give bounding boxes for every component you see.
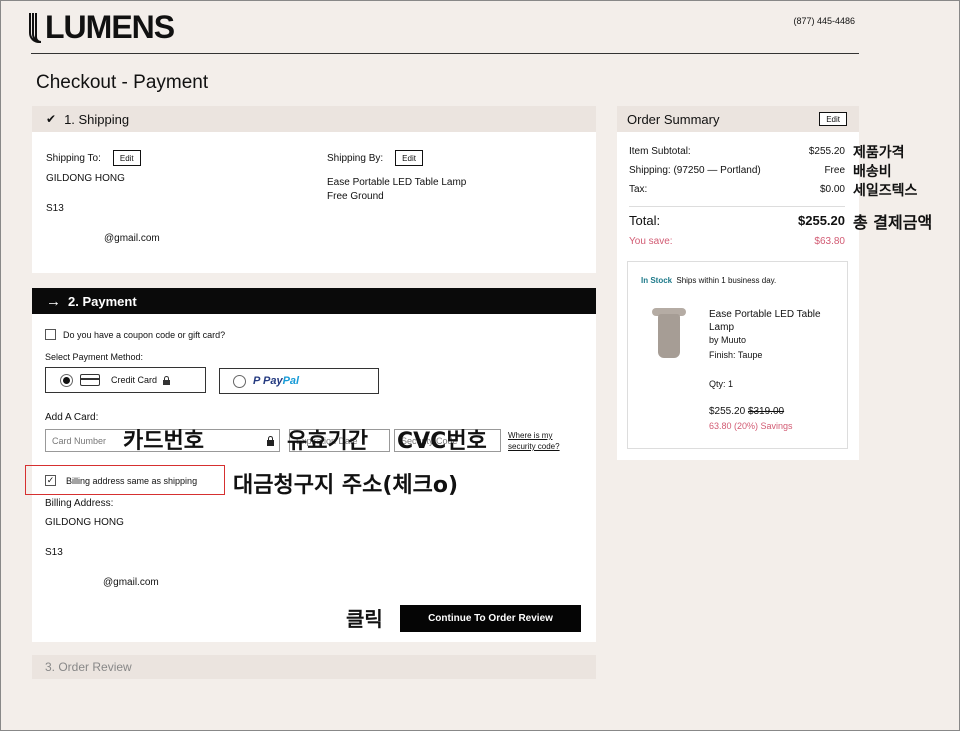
you-save-value: $63.80 — [814, 236, 845, 247]
order-review-heading: 3. Order Review — [45, 660, 132, 674]
shipping-email: @gmail.com — [104, 233, 160, 244]
continue-to-order-review-button[interactable]: Continue To Order Review — [400, 605, 581, 632]
item-original-price: $319.00 — [747, 406, 785, 417]
summary-divider — [629, 206, 845, 207]
order-review-panel[interactable]: 3. Order Review — [32, 655, 596, 679]
edit-shipping-by-button[interactable]: Edit — [395, 150, 423, 166]
shipping-cost-value: Free — [824, 165, 845, 176]
shipping-panel-header[interactable]: ✔ 1. Shipping — [32, 106, 596, 132]
paypal-pal-text: Pal — [282, 375, 300, 387]
item-savings: 63.80 (20%) Savings — [709, 421, 793, 431]
paypal-option[interactable]: P PayPal — [219, 368, 379, 394]
total-label: Total: — [629, 213, 661, 228]
card-number-placeholder: Card Number — [52, 435, 107, 446]
order-summary-panel: Order Summary Edit Item Subtotal: $255.2… — [617, 106, 859, 460]
coupon-label: Do you have a coupon code or gift card? — [63, 329, 226, 340]
shipping-heading: 1. Shipping — [64, 111, 130, 127]
lock-icon — [163, 375, 171, 385]
item-price: $255.20 — [709, 406, 746, 417]
security-help-line-1: Where is my — [508, 431, 553, 440]
billing-address-label: Billing Address: — [45, 498, 114, 509]
lamp-product-image[interactable] — [652, 308, 686, 358]
billing-address: S13 — [45, 547, 63, 558]
order-summary-heading: Order Summary — [627, 111, 720, 127]
tax-label: Tax: — [629, 184, 648, 195]
annotation-shipping-fee: 배송비 — [853, 164, 892, 180]
shipping-address: S13 — [46, 203, 64, 214]
credit-card-icon — [80, 374, 100, 386]
cart-item-card: In Stock Ships within 1 business day. Ea… — [627, 261, 848, 449]
add-card-label: Add A Card: — [45, 412, 99, 423]
total-value: $255.20 — [798, 213, 845, 228]
item-brand: by Muuto — [709, 335, 747, 345]
edit-order-button[interactable]: Edit — [819, 112, 847, 126]
security-code-help-link[interactable]: Where is my security code? — [508, 430, 560, 452]
subtotal-value: $255.20 — [808, 146, 845, 157]
phone-number[interactable]: (877) 445-4486 — [793, 16, 855, 26]
coupon-checkbox[interactable] — [45, 329, 56, 340]
paypal-logo-icon: P PayPal — [253, 375, 300, 387]
credit-card-label: Credit Card — [111, 375, 158, 385]
annotation-card-number: 카드번호 — [123, 429, 204, 454]
ships-within-text: Ships within 1 business day. — [676, 276, 777, 285]
brand-name: LUMENS — [45, 8, 175, 45]
card-lock-icon — [267, 436, 274, 446]
item-name-line-2[interactable]: Lamp — [709, 321, 821, 334]
annotation-sales-tax: 세일즈텍스 — [853, 183, 918, 199]
annotation-product-price: 제품가격 — [853, 145, 905, 161]
shipping-cost-label: Shipping: (97250 — Portland) — [629, 165, 761, 176]
item-name-line-1[interactable]: Ease Portable LED Table — [709, 308, 821, 321]
credit-card-option[interactable]: Credit Card — [45, 367, 206, 393]
billing-email: @gmail.com — [103, 577, 159, 588]
checkmark-icon: ✔ — [46, 112, 57, 126]
billing-name: GILDONG HONG — [45, 517, 124, 528]
brand-logo[interactable]: LUMENS — [29, 8, 175, 45]
you-save-label: You save: — [629, 236, 673, 247]
annotation-click: 클릭 — [346, 607, 383, 631]
in-stock-badge: In Stock — [641, 276, 673, 285]
billing-highlight-box — [25, 465, 225, 495]
subtotal-label: Item Subtotal: — [629, 146, 691, 157]
order-summary-header: Order Summary Edit — [617, 106, 859, 132]
select-method-label: Select Payment Method: — [45, 352, 144, 362]
security-help-line-2: security code? — [508, 442, 560, 451]
annotation-expiry: 유효기간 — [287, 429, 368, 454]
shipping-by-label: Shipping By: — [327, 152, 384, 164]
annotation-cvc: CVC번호 — [397, 429, 487, 454]
item-finish: Finish: Taupe — [709, 350, 763, 360]
annotation-billing: 대금청구지 주소(체크o) — [233, 473, 459, 498]
item-qty: Qty: 1 — [709, 379, 734, 389]
shipping-method: Free Ground — [327, 191, 384, 202]
paypal-radio[interactable] — [233, 374, 246, 388]
shipping-product: Ease Portable LED Table Lamp — [327, 177, 467, 188]
tax-value: $0.00 — [819, 184, 845, 195]
arrow-right-icon: → — [46, 292, 61, 310]
shipping-name: GILDONG HONG — [46, 173, 125, 184]
logo-mark-icon — [29, 11, 43, 43]
paypal-pay-text: Pay — [263, 375, 283, 387]
page-title: Checkout - Payment — [36, 72, 209, 93]
credit-card-radio[interactable] — [60, 373, 73, 387]
payment-panel-header: → 2. Payment — [32, 288, 596, 314]
shipping-panel: ✔ 1. Shipping Shipping To: Edit GILDONG … — [32, 106, 596, 273]
shipping-to-label: Shipping To: — [46, 152, 101, 164]
edit-shipping-to-button[interactable]: Edit — [112, 150, 141, 166]
header-divider — [31, 53, 859, 54]
annotation-total-payment: 총 결제금액 — [853, 213, 933, 232]
payment-heading: 2. Payment — [68, 293, 137, 309]
